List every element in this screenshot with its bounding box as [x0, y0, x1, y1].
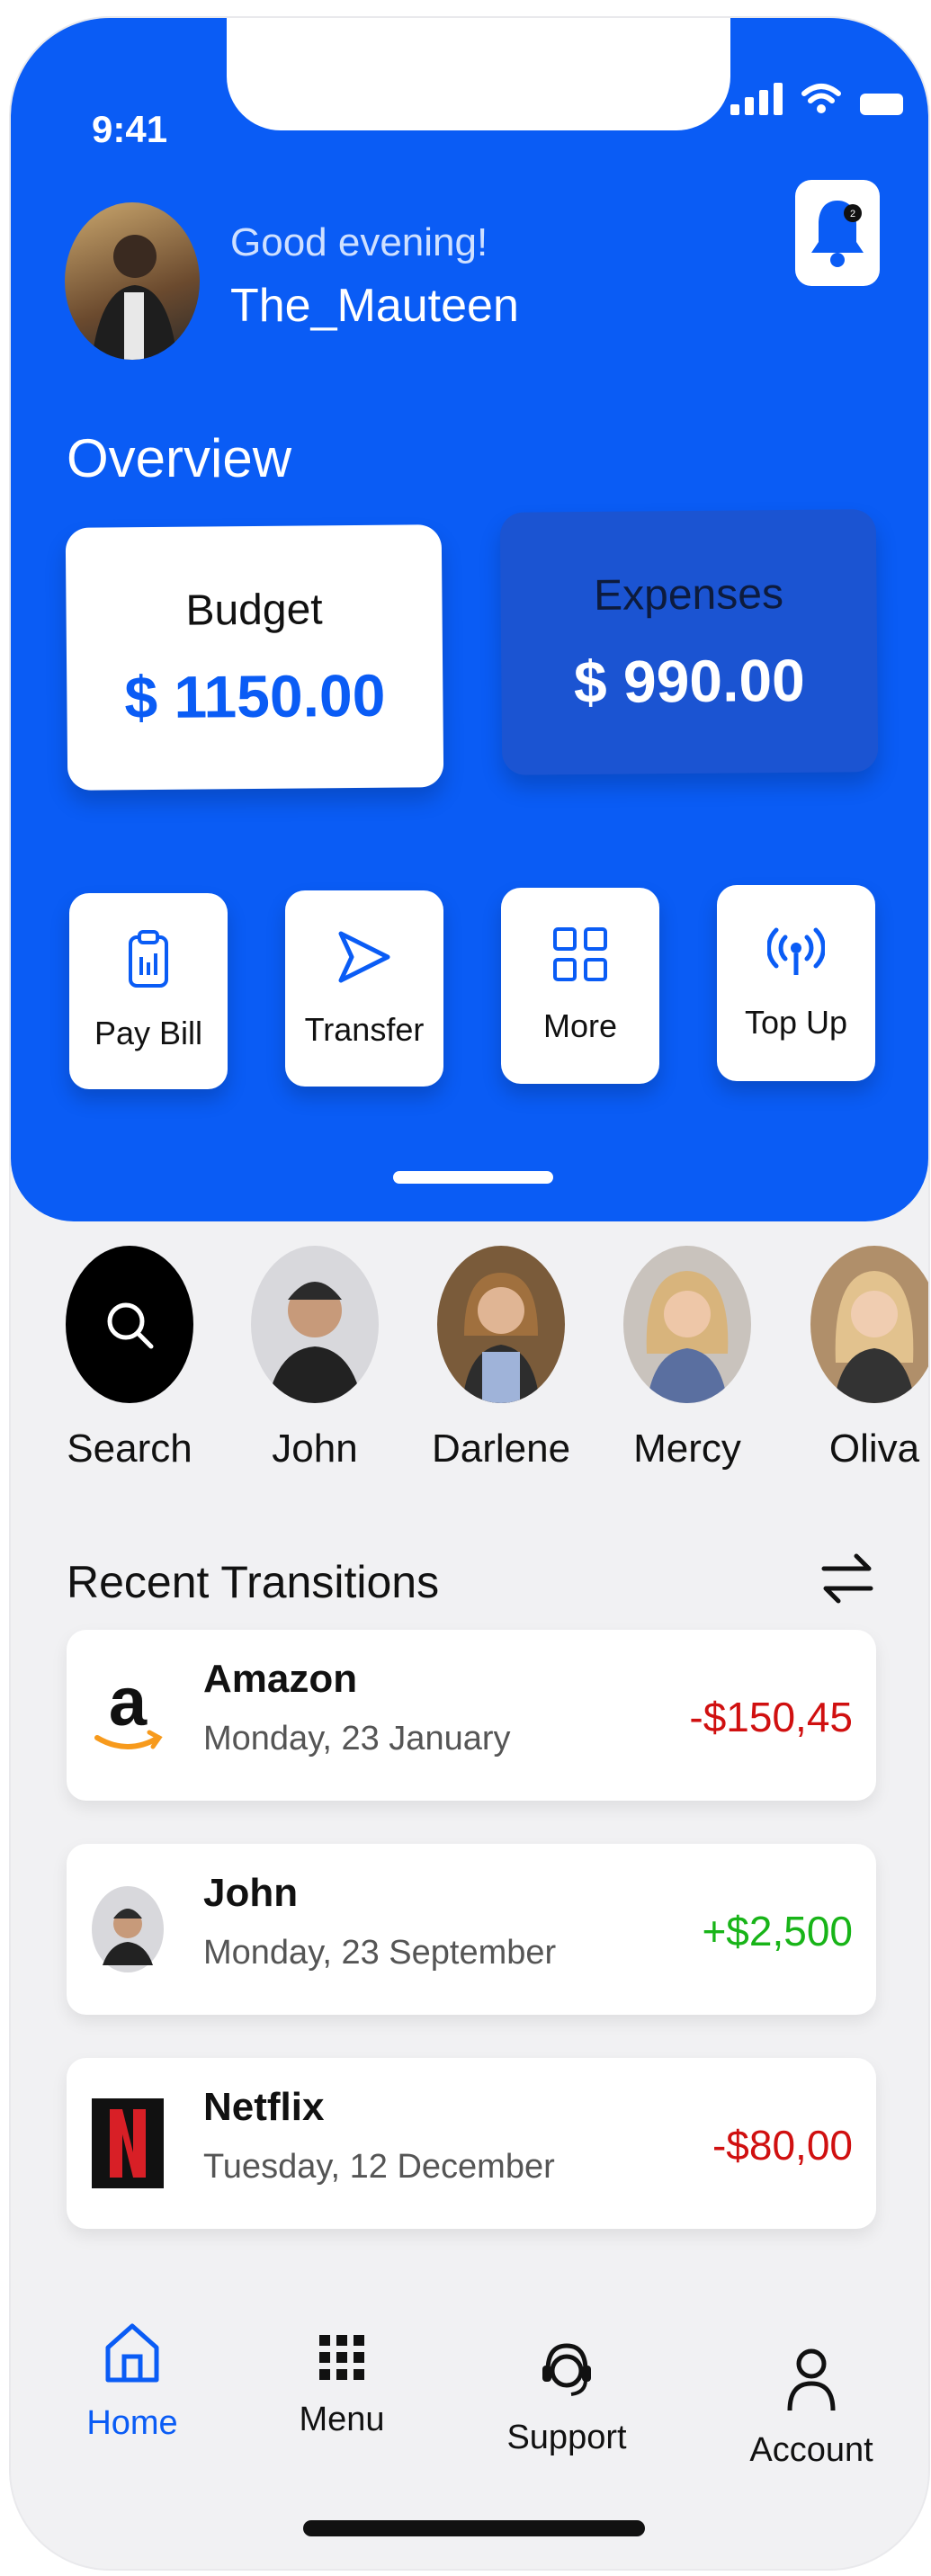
home-indicator[interactable] [303, 2520, 645, 2536]
notification-badge: 2 [850, 209, 855, 219]
transaction-name: Netflix [203, 2085, 325, 2129]
search-icon [107, 1302, 154, 1348]
top-up-button[interactable]: Top Up [717, 885, 875, 1081]
broadcast-icon [767, 927, 825, 975]
nav-label: Home [86, 2404, 178, 2442]
send-icon [338, 931, 390, 983]
expenses-card[interactable]: Expenses $ 990.00 [499, 509, 879, 775]
contact-search[interactable]: Search [58, 1246, 201, 1471]
pay-bill-label: Pay Bill [94, 1015, 203, 1051]
amazon-logo: a [90, 1666, 166, 1765]
contact-mercy[interactable]: Mercy [615, 1246, 759, 1471]
contact-name: Darlene [431, 1427, 571, 1471]
panel-handle[interactable] [393, 1171, 553, 1184]
device-notch [227, 18, 730, 130]
swap-icon[interactable] [819, 1549, 876, 1606]
expenses-amount: $ 990.00 [573, 646, 806, 715]
transaction-row[interactable]: Netflix Tuesday, 12 December -$80,00 [67, 2058, 876, 2229]
svg-text:a: a [109, 1666, 148, 1740]
notification-button[interactable]: 2 [795, 180, 880, 286]
expenses-label: Expenses [593, 569, 784, 620]
budget-amount: $ 1150.00 [124, 661, 386, 730]
grid-icon [553, 927, 607, 981]
nav-menu[interactable]: Menu [252, 2333, 432, 2439]
user-icon [787, 2348, 836, 2411]
transaction-amount: -$80,00 [712, 2122, 853, 2169]
contact-john[interactable]: John [243, 1246, 387, 1471]
budget-card[interactable]: Budget $ 1150.00 [65, 524, 444, 791]
contact-name: Mercy [633, 1427, 741, 1471]
more-label: More [542, 1007, 618, 1044]
contact-oliva[interactable]: Oliva [802, 1246, 928, 1471]
wifi-icon [801, 84, 841, 113]
contacts-row: Search John Darlene Mercy Oliva [11, 1246, 928, 1507]
nav-label: Support [506, 2419, 627, 2456]
bell-icon: 2 [811, 201, 864, 267]
support-agent-icon [542, 2343, 591, 2396]
netflix-logo [90, 2094, 166, 2193]
transaction-amount: +$2,500 [702, 1908, 853, 1954]
nav-label: Menu [299, 2401, 385, 2438]
status-icons [730, 83, 903, 115]
contact-name: Oliva [828, 1427, 920, 1471]
bottom-navigation: Home Menu Support Account [11, 2321, 928, 2500]
pay-bill-button[interactable]: Pay Bill [69, 893, 228, 1089]
transaction-date: Monday, 23 January [203, 1720, 511, 1758]
clipboard-icon [129, 930, 168, 988]
contact-avatar [437, 1246, 565, 1403]
contact-name: John [272, 1427, 358, 1471]
username: The_Mauteen [230, 280, 519, 332]
transaction-name: Amazon [203, 1657, 358, 1701]
transaction-amount: -$150,45 [689, 1694, 853, 1740]
menu-grid-icon [319, 2335, 364, 2380]
status-time: 9:41 [92, 108, 168, 150]
transaction-row[interactable]: John Monday, 23 September +$2,500 [67, 1844, 876, 2015]
transaction-date: Monday, 23 September [203, 1934, 557, 1972]
nav-home[interactable]: Home [42, 2321, 222, 2443]
transaction-row[interactable]: a Amazon Monday, 23 January -$150,45 [67, 1630, 876, 1801]
transaction-name: John [203, 1871, 299, 1915]
contact-avatar [623, 1246, 751, 1403]
search-circle [66, 1246, 193, 1403]
signal-icon [730, 83, 783, 115]
contact-darlene[interactable]: Darlene [429, 1246, 573, 1471]
transaction-date: Tuesday, 12 December [203, 2148, 555, 2186]
transfer-button[interactable]: Transfer [285, 890, 443, 1087]
recent-transactions-title: Recent Transitions [67, 1557, 440, 1607]
transfer-label: Transfer [304, 1011, 425, 1048]
contact-name: Search [67, 1427, 192, 1471]
contact-avatar [90, 1880, 166, 1979]
budget-label: Budget [185, 585, 323, 635]
home-icon [105, 2323, 159, 2383]
overview-title: Overview [67, 428, 292, 488]
header-panel: 9:41 Good evening! The_Mauteen 2 Overvie… [11, 18, 928, 1221]
phone-screen: 9:41 Good evening! The_Mauteen 2 Overvie… [11, 18, 928, 2569]
nav-account[interactable]: Account [721, 2348, 901, 2470]
nav-support[interactable]: Support [477, 2340, 657, 2457]
more-button[interactable]: More [501, 888, 659, 1084]
contact-avatar [251, 1246, 379, 1403]
nav-label: Account [749, 2431, 873, 2469]
contact-avatar [810, 1246, 928, 1403]
top-up-label: Top Up [744, 1004, 848, 1041]
avatar-photo [92, 235, 177, 360]
user-avatar[interactable] [65, 202, 200, 360]
battery-icon [860, 94, 903, 115]
greeting-text: Good evening! [230, 220, 488, 264]
